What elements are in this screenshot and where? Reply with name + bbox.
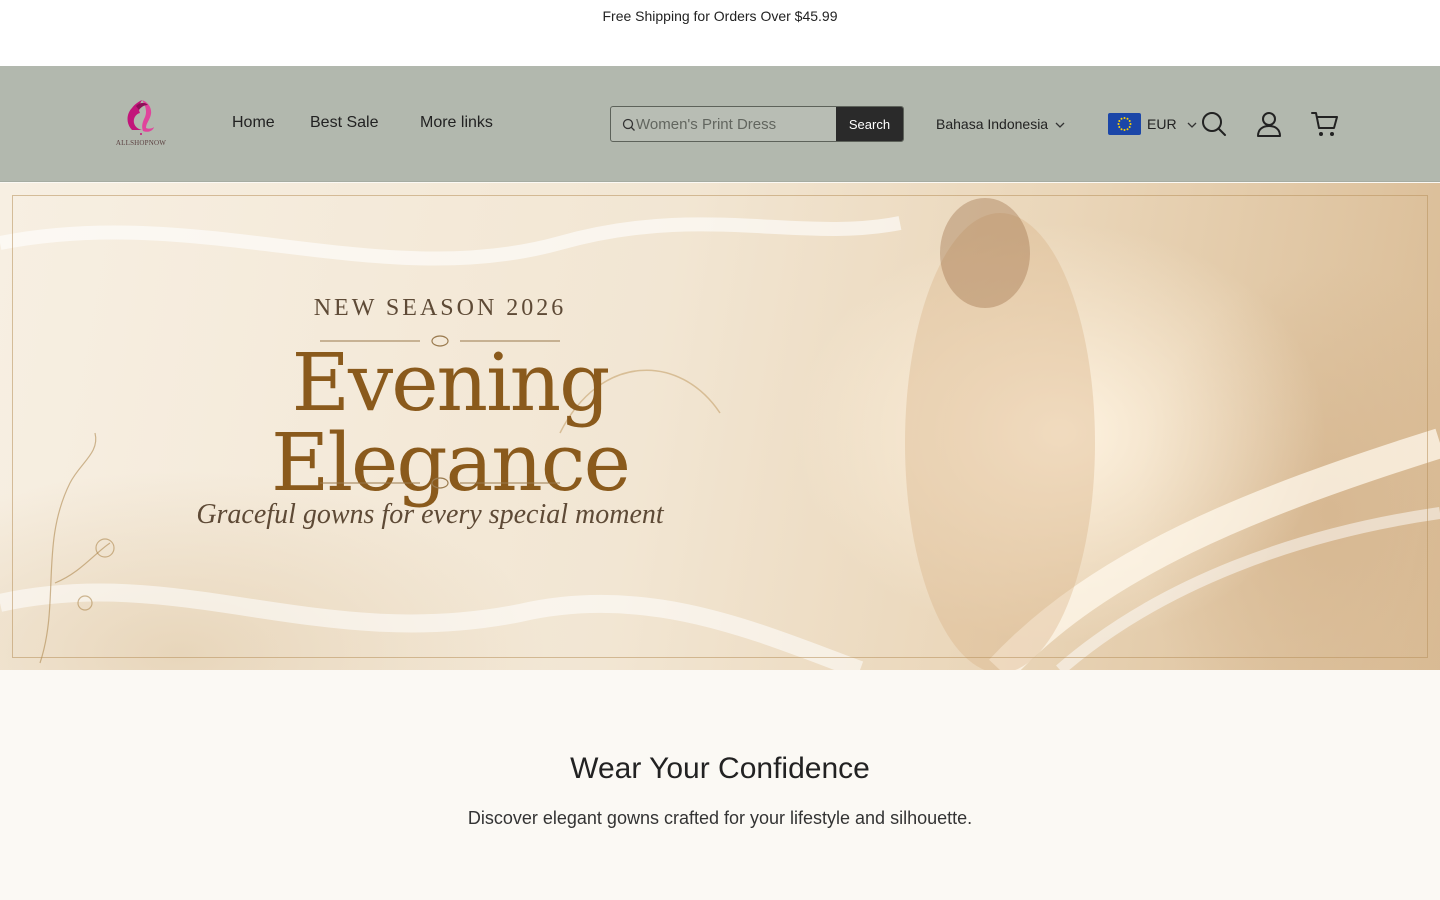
search-icon[interactable] [1199,109,1229,139]
chevron-down-icon[interactable] [1187,120,1197,130]
search-icon [622,118,635,131]
hero-subtitle: Graceful gowns for every special moment [196,499,664,530]
hero-kicker: NEW SEASON 2026 [313,295,567,321]
ornament-divider-icon [320,477,560,489]
site-header: ALLSHOPNOW Home Best Sale More links Sea… [0,66,1440,182]
eu-flag-icon [1108,113,1141,135]
logo-text: ALLSHOPNOW [115,139,167,147]
search-input[interactable] [636,107,836,141]
search-button[interactable]: Search [836,107,903,141]
logo-icon [127,100,154,135]
logo[interactable]: ALLSHOPNOW [112,96,170,150]
currency-selector[interactable]: EUR [1147,116,1177,132]
announcement-bar: Free Shipping for Orders Over $45.99 [0,0,1440,66]
language-selector[interactable]: Bahasa Indonesia [936,116,1048,132]
search-form: Search [610,106,904,142]
section-subtitle: Discover elegant gowns crafted for your … [467,808,973,828]
chevron-down-icon[interactable] [1055,120,1065,130]
user-icon[interactable] [1254,109,1284,139]
announcement-text: Free Shipping for Orders Over $45.99 [602,8,838,24]
hero-banner[interactable]: NEW SEASON 2026 Evening Elegance Gracefu… [0,183,1440,670]
nav-home[interactable]: Home [232,114,275,132]
section-title: Wear Your Confidence [570,752,870,785]
nav-more-links[interactable]: More links [420,114,493,132]
cart-icon[interactable] [1310,109,1340,139]
nav-best-sale[interactable]: Best Sale [310,114,378,132]
